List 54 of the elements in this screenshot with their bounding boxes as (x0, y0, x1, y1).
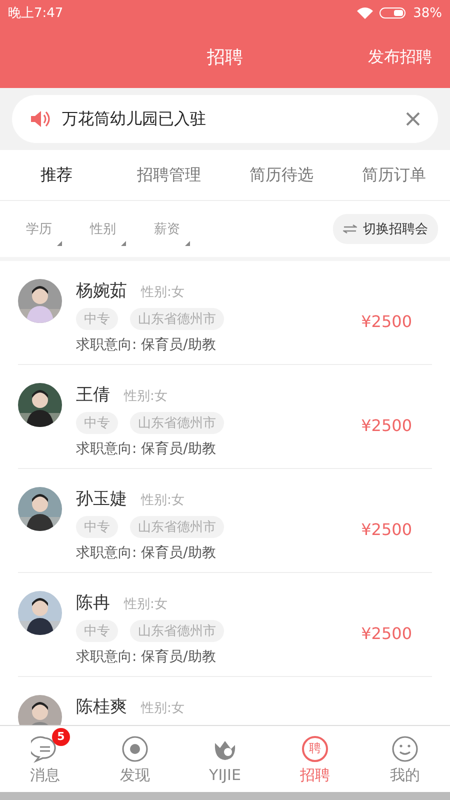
candidate-name: 孙玉婕 (76, 488, 127, 510)
tab[interactable]: 简历待选 (225, 150, 338, 200)
tag: 中专 (76, 412, 118, 434)
candidate-gender: 性别:女 (124, 388, 168, 405)
nav-tab[interactable]: 5 消息 (0, 726, 90, 792)
wifi-icon (357, 7, 374, 19)
candidate-gender: 性别:女 (141, 284, 184, 301)
page-title: 招聘 (207, 46, 243, 69)
candidate-name: 陈冉 (76, 592, 110, 614)
battery-percent: 38% (413, 6, 442, 20)
salary: ¥2500 (361, 312, 412, 331)
chat-icon (31, 734, 59, 762)
nav-tab[interactable]: 聘 招聘 (270, 726, 360, 792)
swap-icon (343, 224, 357, 234)
candidate-name: 陈桂爽 (76, 696, 127, 718)
nav-icon-text: 聘 (302, 736, 328, 762)
candidate-gender: 性别:女 (124, 596, 168, 613)
battery-icon (379, 7, 408, 19)
candidate-name: 杨婉茹 (76, 280, 127, 302)
tag: 山东省德州市 (130, 412, 224, 434)
filter-dropdown[interactable]: 薪资 (154, 220, 190, 246)
filter-dropdown[interactable]: 学历 (26, 220, 62, 246)
tag: 中专 (76, 308, 118, 330)
tag: 中专 (76, 516, 118, 538)
tag: 中专 (76, 620, 118, 642)
salary: ¥2500 (361, 416, 412, 435)
job-intent: 求职意向: 保育员/助教 (76, 440, 217, 458)
switch-fair-button[interactable]: 切换招聘会 (333, 214, 438, 244)
close-icon[interactable] (406, 112, 420, 126)
post-job-link[interactable]: 发布招聘 (368, 46, 432, 68)
tag: 山东省德州市 (130, 620, 224, 642)
candidate-gender: 性别:女 (141, 492, 184, 509)
tab[interactable]: 推荐 (0, 150, 112, 200)
candidate-name: 王倩 (76, 384, 110, 406)
eye-icon (121, 734, 149, 762)
tag: 山东省德州市 (130, 516, 224, 538)
nav-tab[interactable]: 发现 (90, 726, 180, 792)
tab[interactable]: 简历订单 (338, 150, 450, 200)
job-intent: 求职意向: 保育员/助教 (76, 544, 217, 562)
notice-text: 万花筒幼儿园已入驻 (62, 108, 207, 130)
speaker-icon (30, 110, 50, 128)
tab[interactable]: 招聘管理 (112, 150, 225, 200)
job-intent: 求职意向: 保育员/助教 (76, 648, 217, 666)
job-intent: 求职意向: 保育员/助教 (76, 336, 217, 354)
candidate-gender: 性别:女 (141, 700, 184, 717)
status-time: 晚上7:47 (8, 5, 64, 22)
salary: ¥2500 (361, 624, 412, 643)
nav-tab[interactable]: YIJIE (180, 726, 270, 792)
smile-icon (391, 734, 419, 762)
salary: ¥2500 (361, 520, 412, 539)
unread-badge: 5 (52, 728, 70, 746)
nav-tab[interactable]: 我的 (360, 726, 450, 792)
filter-dropdown[interactable]: 性别 (90, 220, 126, 246)
tag: 山东省德州市 (130, 308, 224, 330)
